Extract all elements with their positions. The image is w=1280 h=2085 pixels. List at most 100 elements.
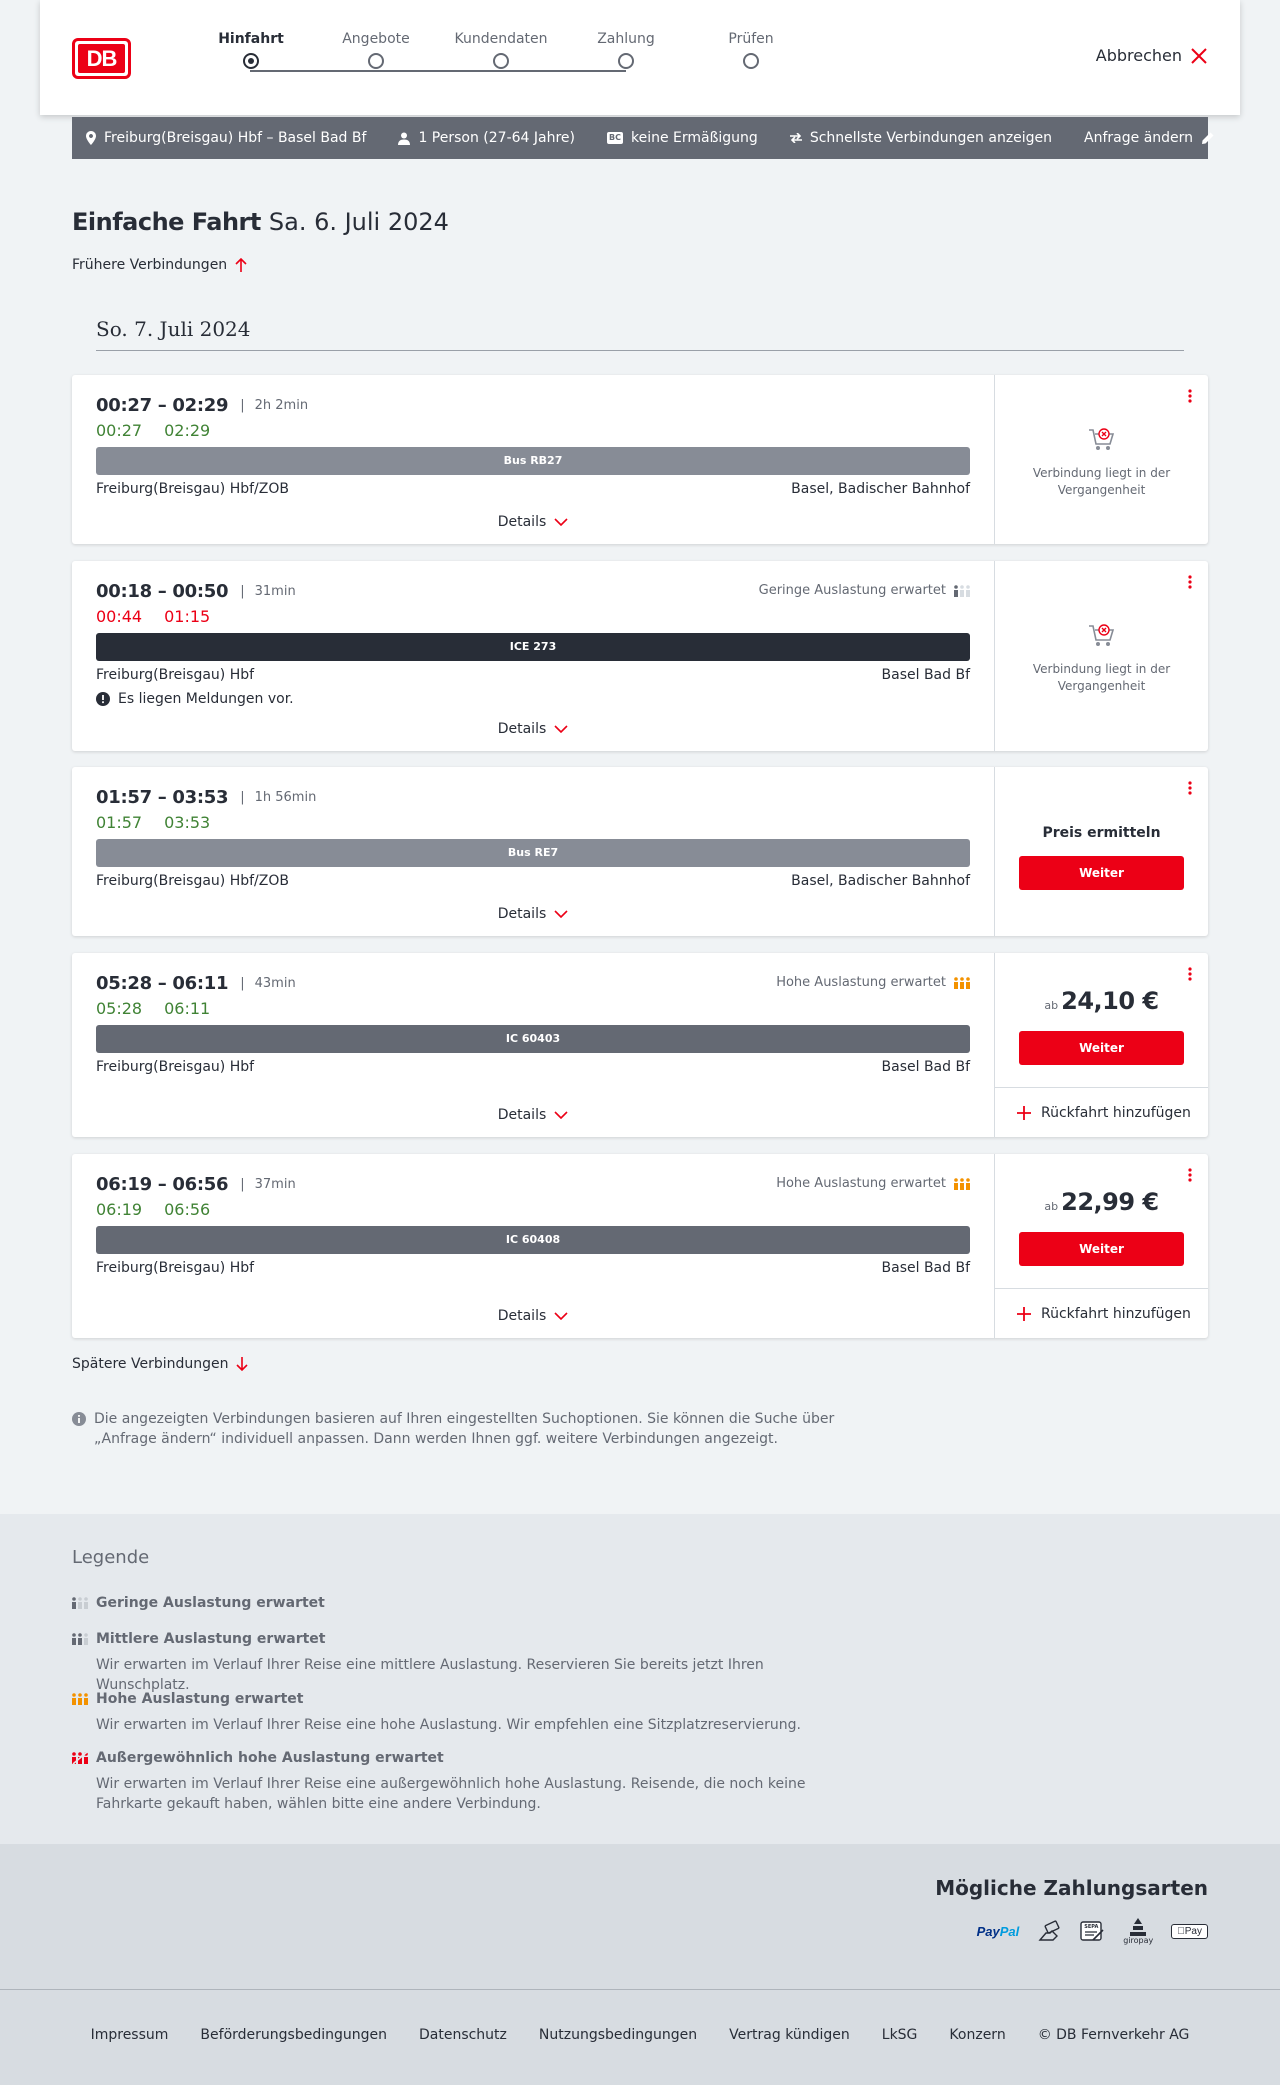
step-hinfahrt[interactable]: Hinfahrt (191, 30, 311, 69)
connection-info[interactable]: 06:19 – 06:56 | 37min Hohe Auslastung er… (72, 1154, 994, 1338)
realtime-arrival: 06:11 (164, 999, 211, 1018)
step-label: Zahlung (597, 31, 655, 47)
train-bar: IC 60408 (96, 1226, 970, 1254)
more-options-icon[interactable] (1188, 781, 1192, 795)
realtime-departure: 06:19 (96, 1200, 143, 1219)
past-connection-notice: Verbindung liegt in der Vergangenheit (995, 623, 1208, 695)
more-options-icon[interactable] (1188, 575, 1192, 589)
step-angebote[interactable]: Angebote (316, 30, 436, 69)
details-toggle[interactable]: Details (72, 721, 994, 737)
earlier-connections-link[interactable]: Frühere Verbindungen (72, 257, 247, 273)
chevron-down-icon (554, 910, 568, 918)
db-logo[interactable]: DB (72, 38, 131, 79)
add-return-trip-button[interactable]: Rückfahrt hinzufügen (995, 1087, 1208, 1137)
footer-link-konzern[interactable]: Konzern (949, 2027, 1005, 2043)
details-toggle[interactable]: Details (72, 1308, 994, 1324)
cancel-button[interactable]: Abbrechen (1096, 46, 1208, 65)
connection-info[interactable]: 00:27 – 02:29 | 2h 2min 00:27 02:29 Bus R… (72, 375, 994, 544)
step-dot (368, 53, 384, 69)
legend-item-head: Geringe Auslastung erwartet (72, 1595, 852, 1611)
connection-card: 05:28 – 06:11 | 43min Hohe Auslastung er… (72, 953, 1208, 1137)
duration: 2h 2min (254, 398, 309, 413)
close-icon (1191, 47, 1207, 64)
footer-link-befoerderungsbedingungen[interactable]: Beförderungsbedingungen (200, 2027, 387, 2043)
details-label: Details (497, 721, 547, 737)
footer-link-vertrag-kuendigen[interactable]: Vertrag kündigen (729, 2027, 850, 2043)
apple-pay-label: Pay (1184, 1926, 1202, 1937)
legend-item-desc: Wir erwarten im Verlauf Ihrer Reise eine… (96, 1657, 764, 1693)
legend-item: Hohe Auslastung erwartet Wir erwarten im… (72, 1691, 852, 1735)
continue-button[interactable]: Weiter (1019, 1031, 1184, 1065)
price-determine-label: Preis ermitteln (1042, 825, 1161, 841)
more-options-icon[interactable] (1188, 1168, 1192, 1182)
later-connections-link[interactable]: Spätere Verbindungen (72, 1356, 249, 1372)
details-toggle[interactable]: Details (72, 906, 994, 922)
occupancy-high-icon (72, 1693, 88, 1705)
payment-methods-section: Mögliche Zahlungsarten PayPal SEPA girop… (0, 1844, 1280, 1989)
connection-info[interactable]: 00:18 – 00:50 | 31min Geringe Auslastung… (72, 561, 994, 751)
payment-icons: PayPal SEPA giropay Pay (959, 1918, 1208, 1945)
paypal-icon: PayPal (977, 1924, 1020, 1939)
arrow-down-icon (236, 1357, 249, 1371)
sepa-icon: SEPA (1079, 1920, 1105, 1944)
footer-link-datenschutz[interactable]: Datenschutz (419, 2027, 507, 2043)
db-logo-text: DB (78, 44, 125, 73)
return-label: Rückfahrt hinzufügen (1041, 1104, 1191, 1121)
travelers-text: 1 Person (27-64 Jahre) (418, 130, 575, 146)
person-icon (398, 132, 411, 145)
occupancy-medium-icon (72, 1633, 88, 1645)
occupancy-low-icon (954, 584, 970, 597)
more-options-icon[interactable] (1188, 967, 1192, 981)
step-label: Angebote (342, 31, 410, 47)
planned-times: 00:18 – 00:50 (96, 581, 229, 602)
realtime-departure: 00:44 (96, 607, 143, 626)
train-bar: Bus RE7 (96, 839, 970, 867)
later-label: Spätere Verbindungen (72, 1356, 229, 1372)
separator: | (240, 398, 245, 413)
legend-item-title: Mittlere Auslastung erwartet (96, 1631, 326, 1647)
page-title: Einfache Fahrt Sa. 6. Juli 2024 (72, 208, 449, 236)
footer-link-nutzungsbedingungen[interactable]: Nutzungsbedingungen (539, 2027, 697, 2043)
footer-link-impressum[interactable]: Impressum (91, 2027, 169, 2043)
step-pruefen[interactable]: Prüfen (691, 30, 811, 69)
price-value: 22,99 € (1061, 1188, 1159, 1216)
connection-info[interactable]: 01:57 – 03:53 | 1h 56min 01:57 03:53 Bus … (72, 767, 994, 936)
footer-link-lksg[interactable]: LkSG (882, 2027, 918, 2043)
step-kundendaten[interactable]: Kundendaten (441, 30, 561, 69)
occupancy-indicator: Hohe Auslastung erwartet (776, 975, 970, 990)
times-row: 05:28 – 06:11 | 43min (96, 973, 296, 994)
stations-row: Freiburg(Breisgau) Hbf/ZOB Basel, Badisc… (96, 873, 970, 889)
stations-row: Freiburg(Breisgau) Hbf Basel Bad Bf (96, 667, 970, 683)
destination-station: Basel, Badischer Bahnhof (791, 873, 970, 889)
occupancy-high-icon (954, 1177, 970, 1190)
alert-icon (96, 692, 110, 706)
payment-title: Mögliche Zahlungsarten (935, 1876, 1208, 1900)
page-header: DB Hinfahrt Angebote Kundendaten Zahlung… (40, 0, 1240, 115)
realtime-arrival: 03:53 (164, 813, 211, 832)
more-options-icon[interactable] (1188, 389, 1192, 403)
continue-button[interactable]: Weiter (1019, 856, 1184, 890)
destination-station: Basel, Badischer Bahnhof (791, 481, 970, 497)
planned-times: 01:57 – 03:53 (96, 787, 229, 808)
details-label: Details (497, 1308, 547, 1324)
legend-item-desc: Wir erwarten im Verlauf Ihrer Reise eine… (96, 1776, 806, 1812)
realtime-row: 05:28 06:11 (96, 999, 232, 1018)
duration: 31min (254, 584, 296, 599)
step-zahlung[interactable]: Zahlung (566, 30, 686, 69)
message-text: Es liegen Meldungen vor. (118, 691, 294, 707)
offer-panel: Preis ermitteln Weiter (994, 767, 1208, 936)
planned-times: 00:27 – 02:29 (96, 395, 229, 416)
legend-item-title: Geringe Auslastung erwartet (96, 1595, 325, 1611)
connection-info[interactable]: 05:28 – 06:11 | 43min Hohe Auslastung er… (72, 953, 994, 1137)
legend-item-head: Hohe Auslastung erwartet (72, 1691, 852, 1707)
giropay-label: giropay (1123, 1936, 1154, 1945)
change-request-button[interactable]: Anfrage ändern (1084, 130, 1215, 146)
details-toggle[interactable]: Details (72, 1107, 994, 1123)
legend-item-title: Außergewöhnlich hohe Auslastung erwartet (96, 1750, 444, 1766)
details-toggle[interactable]: Details (72, 514, 994, 530)
summary-option: Schnellste Verbindungen anzeigen (789, 130, 1052, 146)
continue-button[interactable]: Weiter (1019, 1232, 1184, 1266)
realtime-departure: 05:28 (96, 999, 143, 1018)
price-display: ab 24,10 € (995, 987, 1208, 1015)
add-return-trip-button[interactable]: Rückfahrt hinzufügen (995, 1288, 1208, 1338)
